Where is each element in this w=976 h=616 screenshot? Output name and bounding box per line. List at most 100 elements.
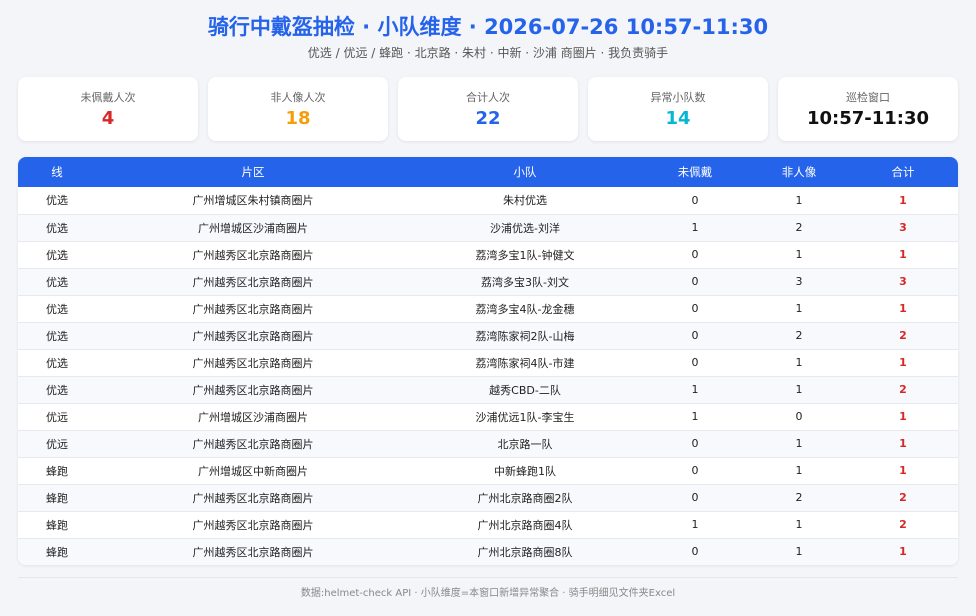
cell-non-portrait: 1: [795, 302, 803, 315]
column-header-total[interactable]: 合计: [848, 157, 958, 187]
table-row: 优远 广州增城区沙浦商圈片 沙浦优远1队-李宝生 1 0 1: [18, 403, 958, 430]
cell-unhelmeted: 0: [691, 356, 699, 369]
table-row: 优选 广州越秀区北京路商圈片 荔湾多宝3队-刘文 0 3 3: [18, 268, 958, 295]
column-header-team[interactable]: 小队: [410, 157, 640, 187]
page-title: 骑行中戴盔抽检 · 小队维度 · 2026-07-26 10:57-11:30: [207, 15, 769, 39]
card-label: 未佩戴人次: [80, 91, 136, 104]
cell-total: 2: [899, 329, 907, 342]
cell-team: 荔湾多宝1队-钟健文: [475, 248, 575, 262]
table-row: 优选 广州越秀区北京路商圈片 荔湾多宝4队-龙金穗 0 1 1: [18, 295, 958, 322]
cell-unhelmeted: 1: [691, 221, 699, 234]
cell-team: 朱村优选: [503, 194, 547, 208]
cell-total: 1: [899, 464, 907, 477]
cell-team: 沙浦优选-刘洋: [490, 221, 560, 235]
card-value: 4: [101, 108, 115, 129]
cell-area: 广州越秀区北京路商圈片: [192, 275, 314, 289]
card-non-portrait-count: 非人像人次 18: [208, 77, 388, 141]
cell-area: 广州越秀区北京路商圈片: [192, 491, 314, 505]
cell-line: 优选: [46, 275, 68, 289]
cell-total: 1: [899, 302, 907, 315]
cell-team: 广州北京路商圈8队: [477, 545, 573, 559]
cell-non-portrait: 1: [795, 356, 803, 369]
cell-area: 广州越秀区北京路商圈片: [192, 302, 314, 316]
table-row: 优选 广州越秀区北京路商圈片 荔湾多宝1队-钟健文 0 1 1: [18, 241, 958, 268]
table-row: 优选 广州越秀区北京路商圈片 荔湾陈家祠2队-山梅 0 2 2: [18, 322, 958, 349]
cell-line: 蜂跑: [46, 464, 68, 478]
team-table-container: 线 片区 小队 未佩戴 非人像 合计 优选 广州增城区朱村镇商圈片 朱村优选 0 1 1 优…: [18, 157, 958, 565]
cell-area: 广州越秀区北京路商圈片: [192, 437, 314, 451]
footer-divider: [18, 577, 958, 578]
cell-unhelmeted: 1: [691, 518, 699, 531]
table-row: 蜂跑 广州越秀区北京路商圈片 广州北京路商圈2队 0 2 2: [18, 484, 958, 511]
cell-unhelmeted: 0: [691, 248, 699, 261]
cell-team: 广州北京路商圈4队: [477, 518, 573, 532]
table-row: 蜂跑 广州越秀区北京路商圈片 广州北京路商圈8队 0 1 1: [18, 538, 958, 565]
cell-line: 优选: [46, 221, 68, 235]
cell-team: 荔湾多宝4队-龙金穗: [475, 302, 575, 316]
cell-team: 沙浦优远1队-李宝生: [475, 410, 575, 424]
cell-total: 3: [899, 275, 907, 288]
column-header-non-portrait[interactable]: 非人像: [750, 157, 848, 187]
cell-line: 优选: [46, 329, 68, 343]
cell-total: 1: [899, 248, 907, 261]
cell-team: 北京路一队: [497, 437, 553, 451]
cell-team: 越秀CBD-二队: [489, 383, 561, 397]
cell-non-portrait: 2: [795, 221, 803, 234]
team-table: 线 片区 小队 未佩戴 非人像 合计 优选 广州增城区朱村镇商圈片 朱村优选 0 1 1 优…: [18, 157, 958, 565]
cell-line: 优选: [46, 248, 68, 262]
summary-cards: 未佩戴人次 4 非人像人次 18 合计人次 22 异常小队数 14 巡检窗口 1…: [18, 77, 958, 141]
card-value: 10:57-11:30: [806, 108, 930, 129]
cell-total: 3: [899, 221, 907, 234]
cell-non-portrait: 1: [795, 518, 803, 531]
cell-total: 1: [899, 356, 907, 369]
cell-unhelmeted: 0: [691, 302, 699, 315]
card-label: 异常小队数: [650, 91, 706, 104]
cell-non-portrait: 1: [795, 545, 803, 558]
card-inspection-window: 巡检窗口 10:57-11:30: [778, 77, 958, 141]
table-body: 优选 广州增城区朱村镇商圈片 朱村优选 0 1 1 优选 广州增城区沙浦商圈片 沙浦优选-刘洋 1…: [18, 187, 958, 565]
cell-area: 广州越秀区北京路商圈片: [192, 329, 314, 343]
cell-total: 1: [899, 193, 907, 207]
page-subtitle: 优选 / 优远 / 蜂跑 · 北京路 · 朱村 · 中新 · 沙浦 商圈片 · …: [307, 46, 669, 60]
cell-unhelmeted: 0: [691, 491, 699, 504]
page-footer: 数据:helmet-check API · 小队维度=本窗口新增异常聚合 · 骑…: [300, 588, 676, 599]
column-header-line[interactable]: 线: [18, 157, 96, 187]
cell-line: 蜂跑: [46, 545, 68, 559]
cell-total: 2: [899, 383, 907, 396]
cell-total: 1: [899, 437, 907, 450]
cell-non-portrait: 1: [795, 437, 803, 450]
cell-total: 2: [899, 518, 907, 531]
card-label: 巡检窗口: [846, 91, 890, 104]
cell-line: 优选: [46, 194, 68, 208]
cell-non-portrait: 1: [795, 248, 803, 261]
cell-team: 广州北京路商圈2队: [477, 491, 573, 505]
cell-unhelmeted: 0: [691, 437, 699, 450]
cell-line: 蜂跑: [46, 518, 68, 532]
cell-non-portrait: 3: [795, 275, 803, 288]
cell-line: 优选: [46, 383, 68, 397]
cell-unhelmeted: 0: [691, 464, 699, 477]
cell-area: 广州越秀区北京路商圈片: [192, 545, 314, 559]
column-header-area[interactable]: 片区: [96, 157, 410, 187]
table-row: 优选 广州增城区朱村镇商圈片 朱村优选 0 1 1: [18, 187, 958, 214]
cell-line: 蜂跑: [46, 491, 68, 505]
cell-area: 广州增城区朱村镇商圈片: [192, 194, 314, 208]
cell-unhelmeted: 0: [691, 545, 699, 558]
cell-area: 广州越秀区北京路商圈片: [192, 383, 314, 397]
table-row: 优选 广州越秀区北京路商圈片 越秀CBD-二队 1 1 2: [18, 376, 958, 403]
card-label: 非人像人次: [270, 91, 326, 104]
table-header-row: 线 片区 小队 未佩戴 非人像 合计: [18, 157, 958, 187]
cell-non-portrait: 2: [795, 491, 803, 504]
cell-total: 1: [899, 410, 907, 423]
card-abnormal-teams: 异常小队数 14: [588, 77, 768, 141]
cell-team: 荔湾陈家祠4队-市建: [475, 356, 575, 370]
cell-unhelmeted: 1: [691, 410, 699, 423]
card-label: 合计人次: [466, 91, 510, 104]
cell-non-portrait: 1: [795, 464, 803, 477]
cell-total: 1: [899, 545, 907, 558]
cell-non-portrait: 1: [795, 383, 803, 396]
table-row: 蜂跑 广州越秀区北京路商圈片 广州北京路商圈4队 1 1 2: [18, 511, 958, 538]
cell-line: 优远: [46, 437, 68, 451]
column-header-unhelmeted[interactable]: 未佩戴: [640, 157, 750, 187]
card-unhelmeted-count: 未佩戴人次 4: [18, 77, 198, 141]
